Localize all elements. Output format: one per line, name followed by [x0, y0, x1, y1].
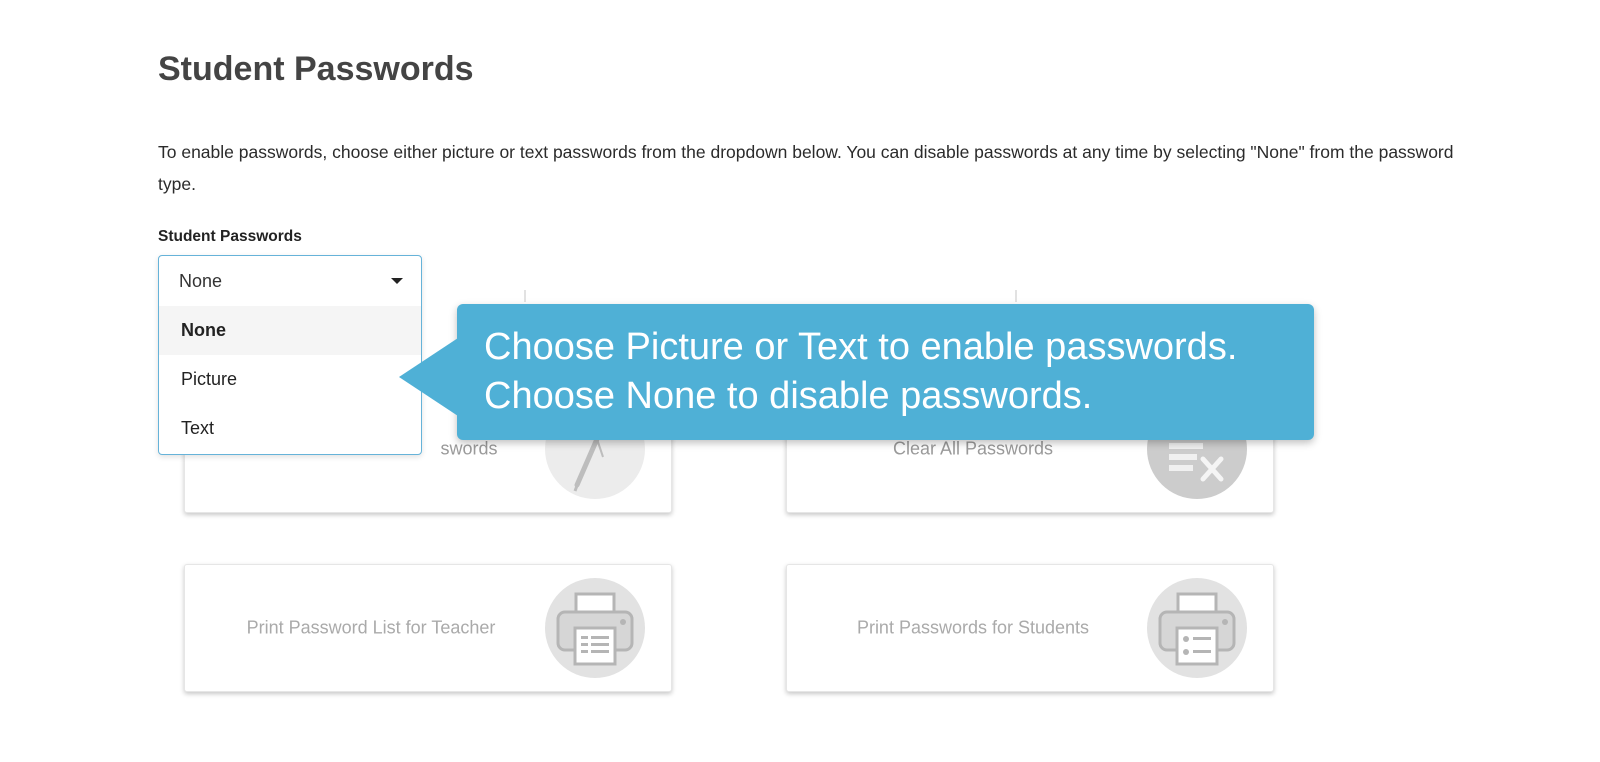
print-student-passwords-label: Print Passwords for Students	[856, 617, 1090, 638]
option-none[interactable]: None	[159, 306, 421, 355]
card-edge	[524, 290, 526, 302]
callout-line-2: Choose None to disable passwords.	[484, 375, 1093, 417]
password-type-label: Student Passwords	[158, 228, 302, 245]
printer-cards-icon	[1147, 578, 1247, 678]
password-type-value: None	[179, 271, 223, 291]
password-type-current[interactable]: None	[159, 256, 421, 306]
page-title: Student Passwords	[158, 50, 474, 88]
intro-text: To enable passwords, choose either pictu…	[158, 142, 1454, 194]
card-edge	[1015, 290, 1017, 302]
print-student-passwords-card[interactable]: Print Passwords for Students	[786, 564, 1274, 692]
callout-line-1: Choose Picture or Text to enable passwor…	[484, 326, 1238, 368]
option-text[interactable]: Text	[159, 404, 421, 453]
option-picture[interactable]: Picture	[159, 355, 421, 404]
printer-list-icon	[545, 578, 645, 678]
password-type-select[interactable]: None None Picture Text	[158, 255, 422, 455]
print-teacher-list-label: Print Password List for Teacher	[246, 617, 496, 638]
student-passwords-page: Student Passwords To enable passwords, c…	[0, 0, 1600, 762]
print-teacher-list-card[interactable]: Print Password List for Teacher	[184, 564, 672, 692]
caret-down-icon	[391, 278, 403, 284]
help-callout: Choose Picture or Text to enable passwor…	[399, 304, 1314, 440]
clear-all-passwords-label: Clear All Passwords	[892, 438, 1054, 459]
callout-pointer	[399, 338, 458, 416]
